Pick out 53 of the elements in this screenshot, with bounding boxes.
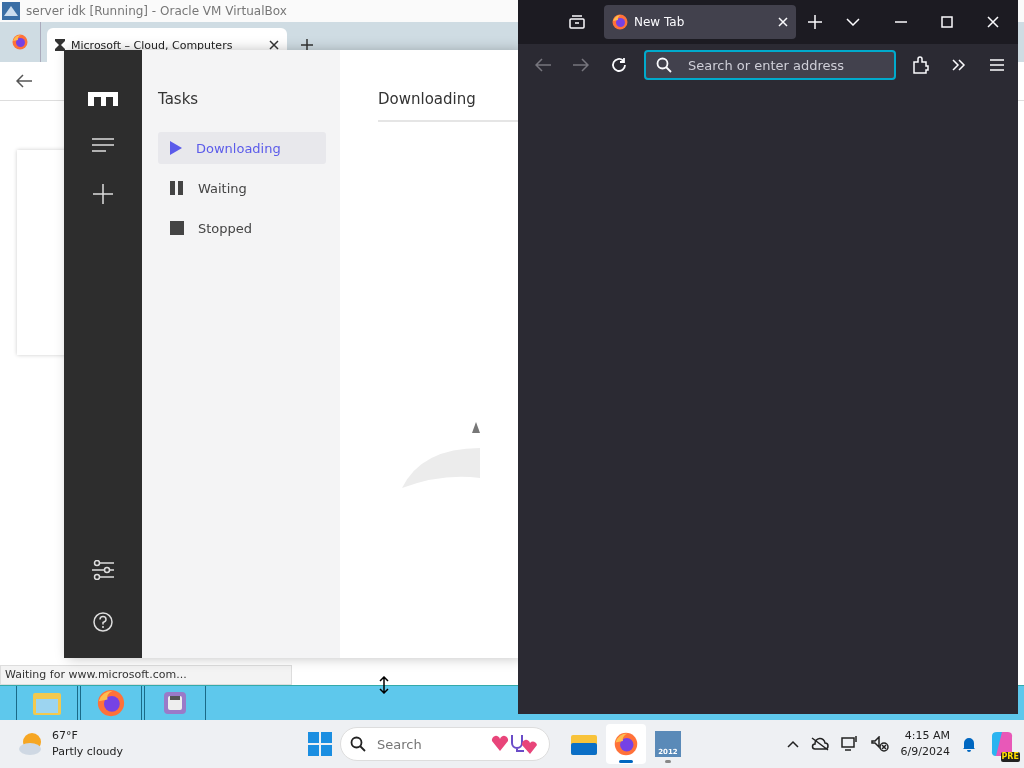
section-title: Tasks: [158, 90, 200, 108]
browser-tab[interactable]: New Tab: [604, 5, 796, 39]
stop-icon: [170, 221, 184, 235]
firefox-icon: [612, 14, 628, 30]
settings-icon[interactable]: [92, 560, 114, 580]
taskbar-app[interactable]: [606, 724, 646, 764]
clock[interactable]: 4:15 AM 6/9/2024: [900, 728, 950, 760]
firefox-icon: [614, 732, 638, 756]
bell-icon[interactable]: [962, 736, 976, 752]
task-filter-item[interactable]: Waiting: [158, 172, 326, 204]
firefox-icon: [12, 34, 28, 50]
speaker-muted-icon[interactable]: [870, 736, 889, 752]
weather-description: Partly cloudy: [52, 744, 124, 760]
play-icon: [170, 141, 182, 155]
taskbar-button[interactable]: [16, 686, 78, 720]
search-icon: [350, 736, 366, 752]
search-icon: [656, 57, 672, 73]
forward-icon[interactable]: [573, 58, 589, 72]
chevron-up-icon[interactable]: [786, 740, 799, 748]
task-filter-item[interactable]: Stopped: [158, 212, 326, 244]
chevron-down-icon[interactable]: [846, 18, 860, 26]
network-icon[interactable]: [840, 736, 859, 752]
menu-icon[interactable]: [92, 138, 114, 152]
tab-list-icon[interactable]: [569, 15, 585, 29]
plus-icon[interactable]: [301, 39, 313, 51]
hearts-stethoscope-drawing: [490, 733, 538, 755]
window-title: server idk [Running] - Oracle VM VirtualBox: [26, 4, 287, 18]
search-field[interactable]: Search: [340, 727, 550, 761]
back-icon[interactable]: [535, 58, 551, 72]
puzzle-icon[interactable]: [913, 56, 929, 74]
maximize-icon[interactable]: [941, 16, 953, 28]
status-text: Waiting for www.microsoft.com...: [0, 665, 292, 685]
cloud-off-icon[interactable]: [810, 737, 829, 751]
task-filter-item[interactable]: Downloading: [158, 132, 326, 164]
weather-temperature: 67°F: [52, 728, 79, 744]
folder-icon: [571, 733, 597, 755]
reload-icon[interactable]: [611, 57, 627, 73]
floppy-icon: [163, 691, 187, 715]
taskbar-button[interactable]: [80, 686, 142, 720]
pause-icon: [170, 181, 184, 195]
virtualbox-icon: [2, 2, 20, 20]
help-icon[interactable]: [93, 612, 113, 632]
resize-cursor-icon: [378, 676, 390, 694]
back-icon[interactable]: [16, 74, 32, 88]
address-field[interactable]: Search or enter address: [644, 50, 896, 80]
folder-icon: [32, 690, 62, 716]
start-icon[interactable]: [308, 732, 332, 756]
double-chevron-icon[interactable]: [952, 59, 966, 71]
close-icon[interactable]: [269, 40, 279, 50]
logo-icon: [88, 92, 118, 106]
add-icon[interactable]: [93, 184, 113, 204]
badge-text: PRE: [1000, 752, 1020, 762]
firefox-icon: [97, 689, 125, 717]
